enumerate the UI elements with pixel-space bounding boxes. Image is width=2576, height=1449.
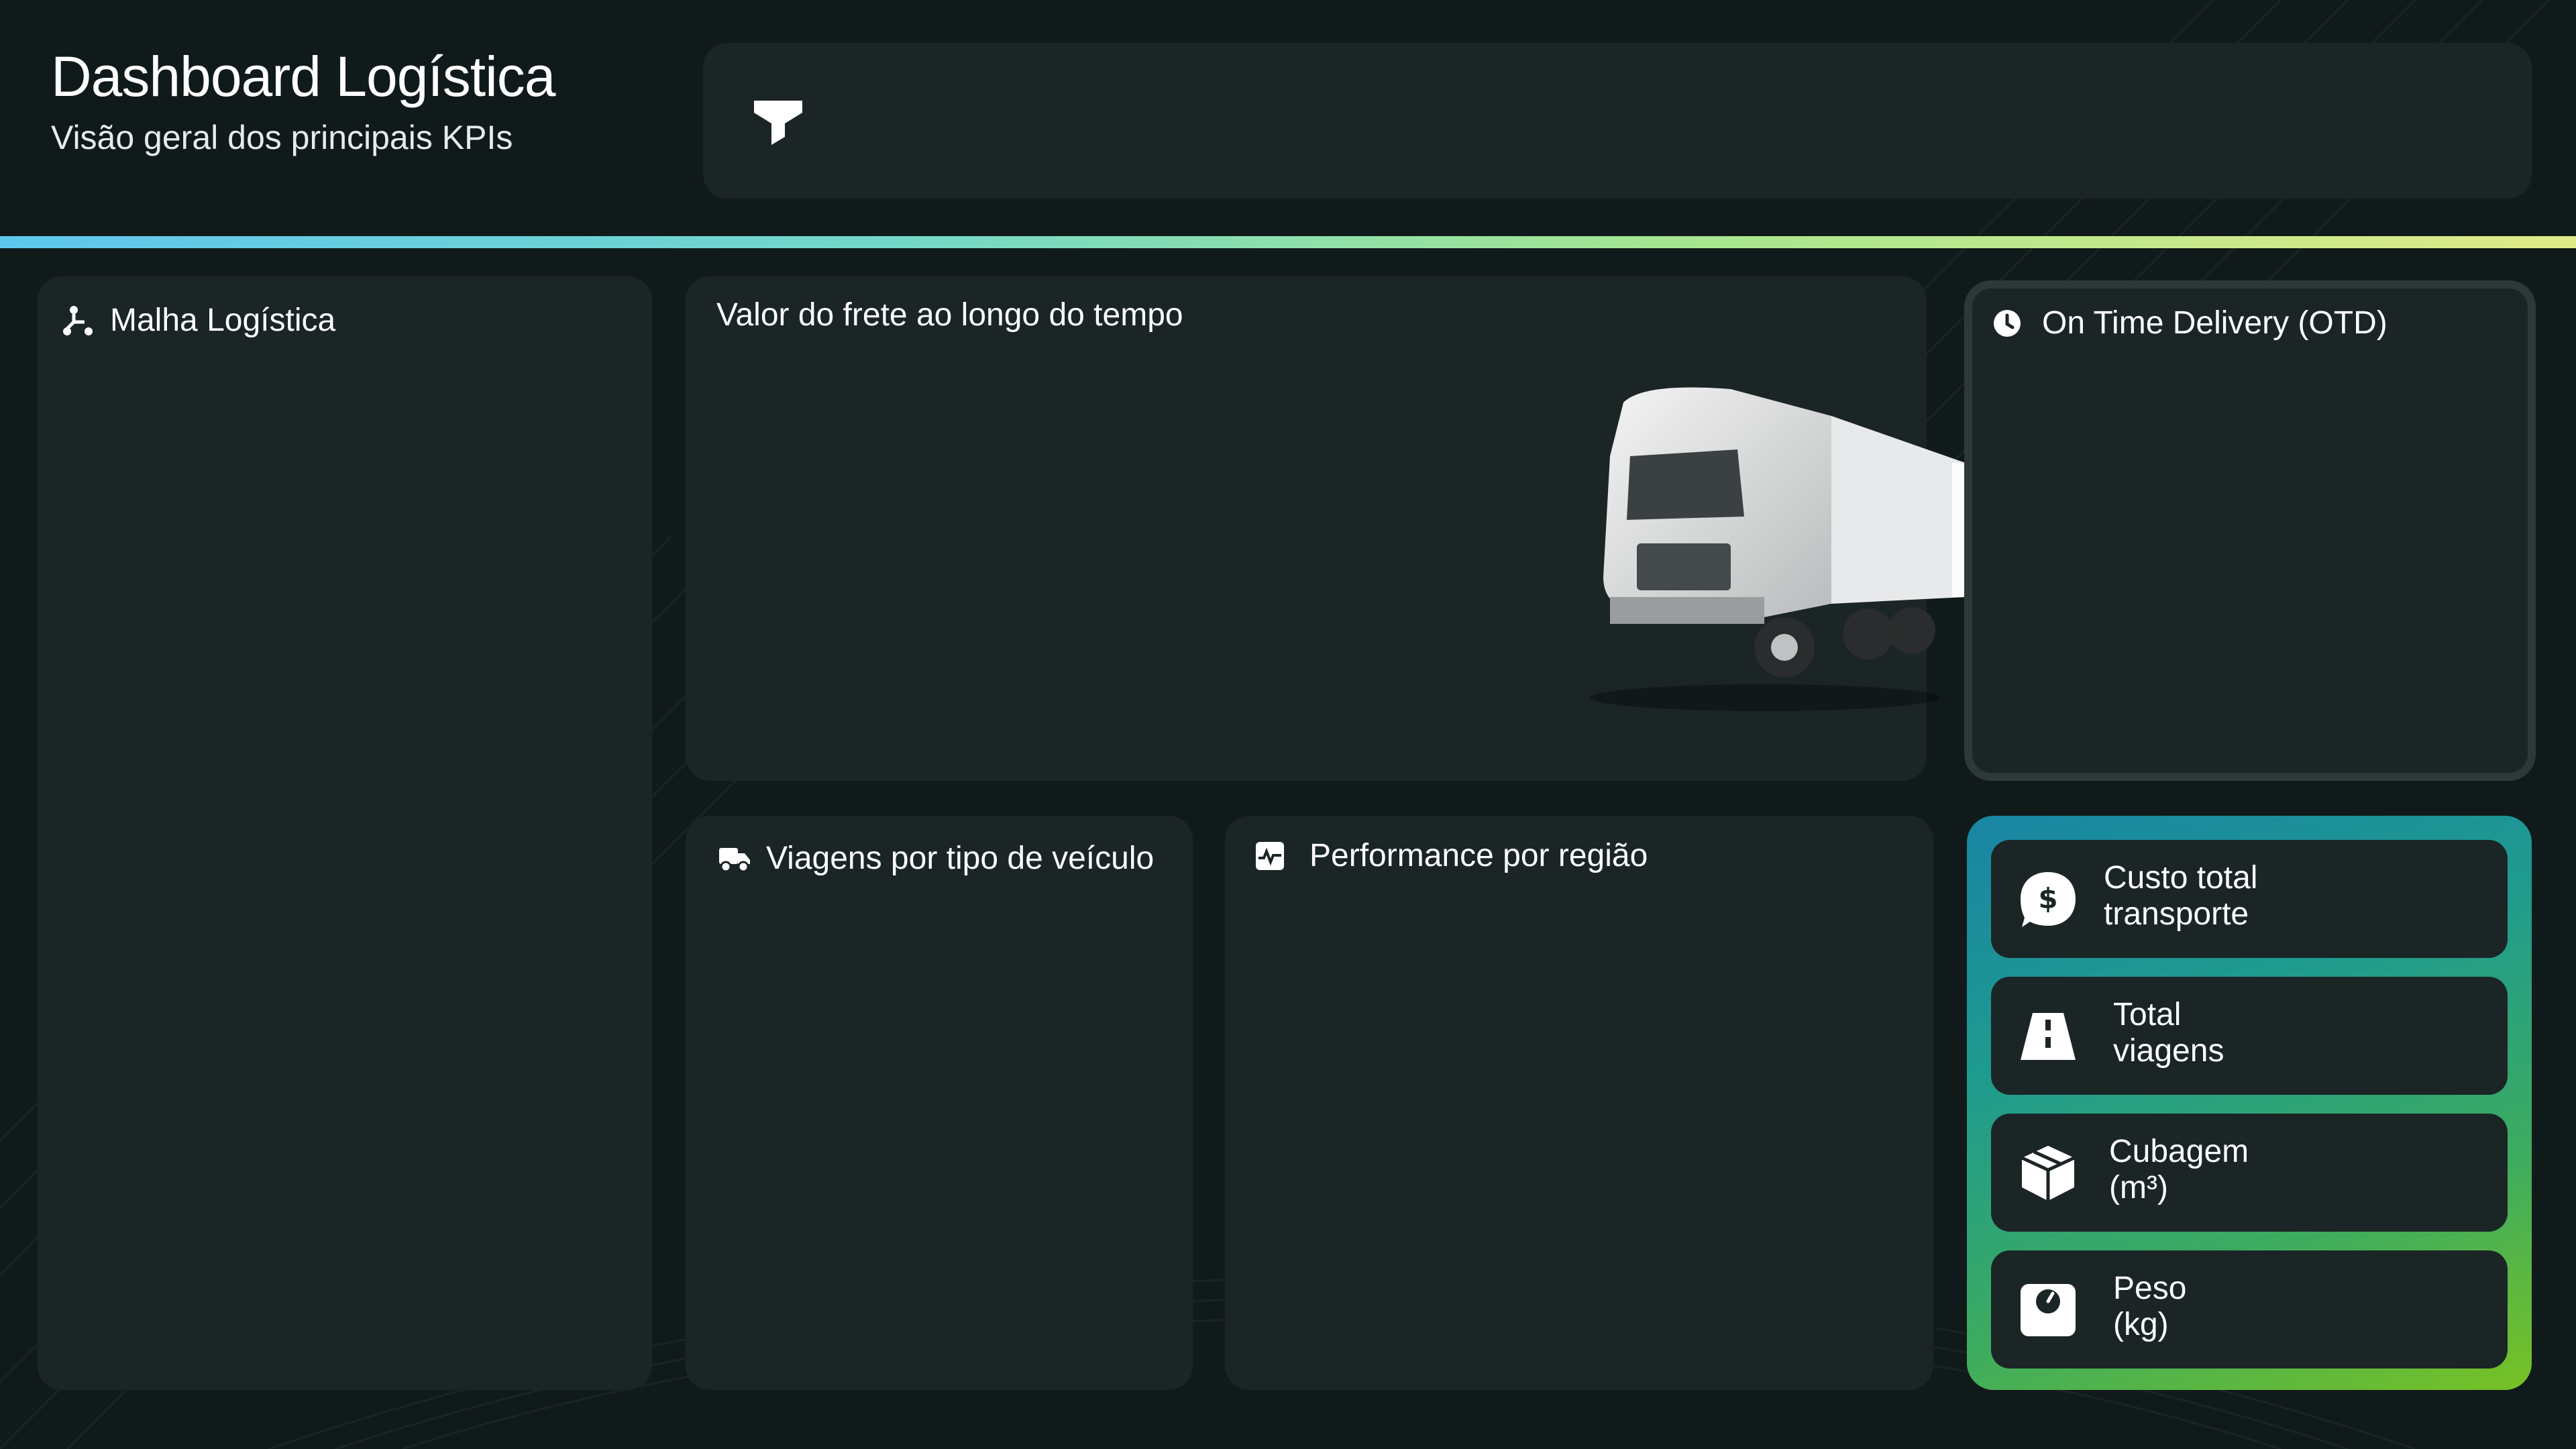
kpi-label: Peso (kg) — [2113, 1271, 2186, 1343]
kpi-label-line1: Peso — [2113, 1271, 2187, 1306]
truck-image — [1590, 387, 2033, 711]
kpi-label-line1: Cubagem — [2109, 1134, 2249, 1169]
kpi-label: Custo total transporte — [2104, 860, 2257, 932]
kpi-label-line1: Total — [2113, 997, 2182, 1032]
box-icon — [2021, 1146, 2076, 1201]
panel-title-text: On Time Delivery (OTD) — [2042, 305, 2387, 341]
kpi-group: $ Custo total transporte Total viagens C… — [1967, 816, 2532, 1390]
page-title: Dashboard Logística — [51, 45, 555, 108]
kpi-label-line2: (kg) — [2113, 1307, 2169, 1342]
kpi-card-peso[interactable]: Peso (kg) — [1991, 1250, 2508, 1368]
pulse-chart-icon — [1256, 841, 1284, 870]
filter-bar[interactable] — [703, 43, 2532, 199]
panel-title-text: Performance por região — [1309, 838, 1648, 873]
panel-viagens-tipo-veiculo: Viagens por tipo de veículo — [686, 816, 1193, 1390]
dollar-badge-icon: $ — [2021, 872, 2076, 927]
kpi-label: Total viagens — [2113, 997, 2224, 1069]
route-icon — [63, 305, 93, 335]
kpi-label-line2: viagens — [2113, 1033, 2224, 1069]
accent-divider — [0, 236, 2576, 248]
truck-icon — [719, 847, 750, 872]
scale-icon — [2021, 1284, 2076, 1336]
kpi-label-line1: Custo total — [2104, 860, 2258, 896]
panel-title-otd: On Time Delivery (OTD) — [1992, 305, 2387, 341]
panel-malha-logistica: Malha Logística — [38, 276, 652, 1390]
panel-title-text: Viagens por tipo de veículo — [766, 841, 1155, 876]
kpi-card-cubagem[interactable]: Cubagem (m³) — [1991, 1114, 2508, 1232]
kpi-label: Cubagem (m³) — [2109, 1134, 2249, 1206]
svg-text:$: $ — [2038, 882, 2057, 915]
panel-otd: On Time Delivery (OTD) — [1964, 280, 2536, 781]
road-icon — [2021, 1013, 2076, 1060]
page-subtitle: Visão geral dos principais KPIs — [51, 119, 513, 156]
panel-title-text: Malha Logística — [110, 303, 336, 338]
panel-performance-regiao: Performance por região — [1225, 816, 1933, 1390]
kpi-card-total-viagens[interactable]: Total viagens — [1991, 977, 2508, 1095]
panel-title-performance: Performance por região — [1254, 837, 1648, 874]
filter-icon[interactable] — [751, 95, 805, 149]
kpi-label-line2: (m³) — [2109, 1170, 2168, 1205]
panel-title-malha: Malha Logística — [62, 302, 335, 339]
panel-title-frete: Valor do frete ao longo do tempo — [716, 297, 1183, 333]
panel-title-viagens: Viagens por tipo de veículo — [718, 840, 1154, 877]
kpi-label-line2: transporte — [2104, 896, 2249, 932]
kpi-card-custo-total[interactable]: $ Custo total transporte — [1991, 840, 2508, 958]
clock-icon — [1994, 309, 2021, 337]
